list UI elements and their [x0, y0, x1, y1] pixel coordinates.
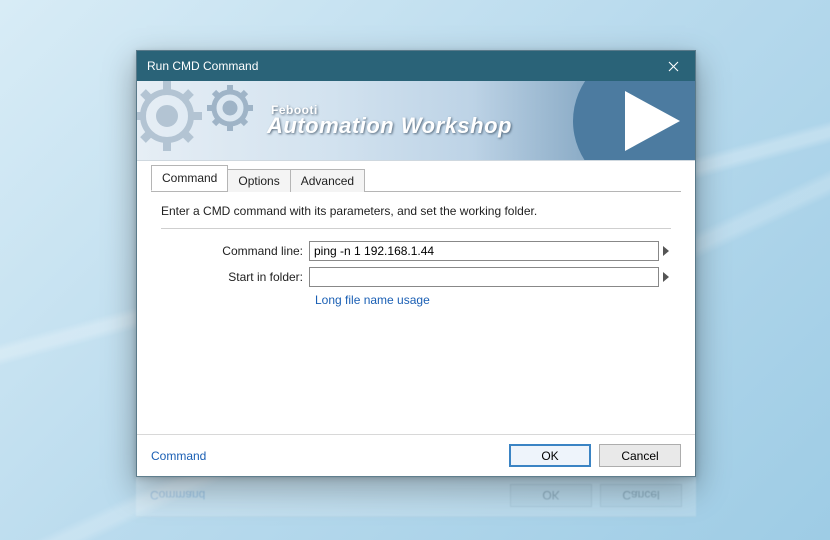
footer-status-link[interactable]: Command: [151, 449, 206, 463]
start-in-expand-button[interactable]: [661, 267, 671, 287]
ok-button[interactable]: OK: [509, 444, 591, 467]
chevron-right-icon: [663, 246, 669, 256]
divider: [161, 228, 671, 229]
row-command-line: Command line:: [161, 241, 671, 261]
footer: Command OK Cancel: [137, 434, 695, 476]
tab-command[interactable]: Command: [151, 165, 228, 191]
command-line-input[interactable]: [309, 241, 659, 261]
tab-advanced[interactable]: Advanced: [290, 169, 365, 192]
tabstrip: Command Options Advanced: [137, 161, 695, 191]
cancel-button[interactable]: Cancel: [599, 444, 681, 467]
titlebar: Run CMD Command: [137, 51, 695, 81]
banner: Febooti Automation Workshop: [137, 81, 695, 161]
banner-text: Febooti Automation Workshop: [267, 103, 512, 139]
dialog-window: Run CMD Command: [136, 50, 696, 477]
close-icon: [668, 61, 679, 72]
chevron-right-icon: [663, 272, 669, 282]
tab-panel: Enter a CMD command with its parameters,…: [151, 191, 681, 317]
command-line-expand-button[interactable]: [661, 241, 671, 261]
gears-icon: [137, 81, 277, 161]
close-button[interactable]: [651, 51, 695, 81]
tab-options[interactable]: Options: [227, 169, 290, 192]
banner-title: Automation Workshop: [267, 113, 512, 139]
start-in-input[interactable]: [309, 267, 659, 287]
row-start-in: Start in folder:: [161, 267, 671, 287]
start-in-label: Start in folder:: [161, 270, 309, 284]
long-file-name-link[interactable]: Long file name usage: [315, 293, 430, 307]
command-line-label: Command line:: [161, 244, 309, 258]
instruction-text: Enter a CMD command with its parameters,…: [161, 204, 671, 218]
window-title: Run CMD Command: [147, 51, 258, 81]
link-row: Long file name usage: [315, 293, 671, 307]
play-icon: [570, 81, 695, 161]
